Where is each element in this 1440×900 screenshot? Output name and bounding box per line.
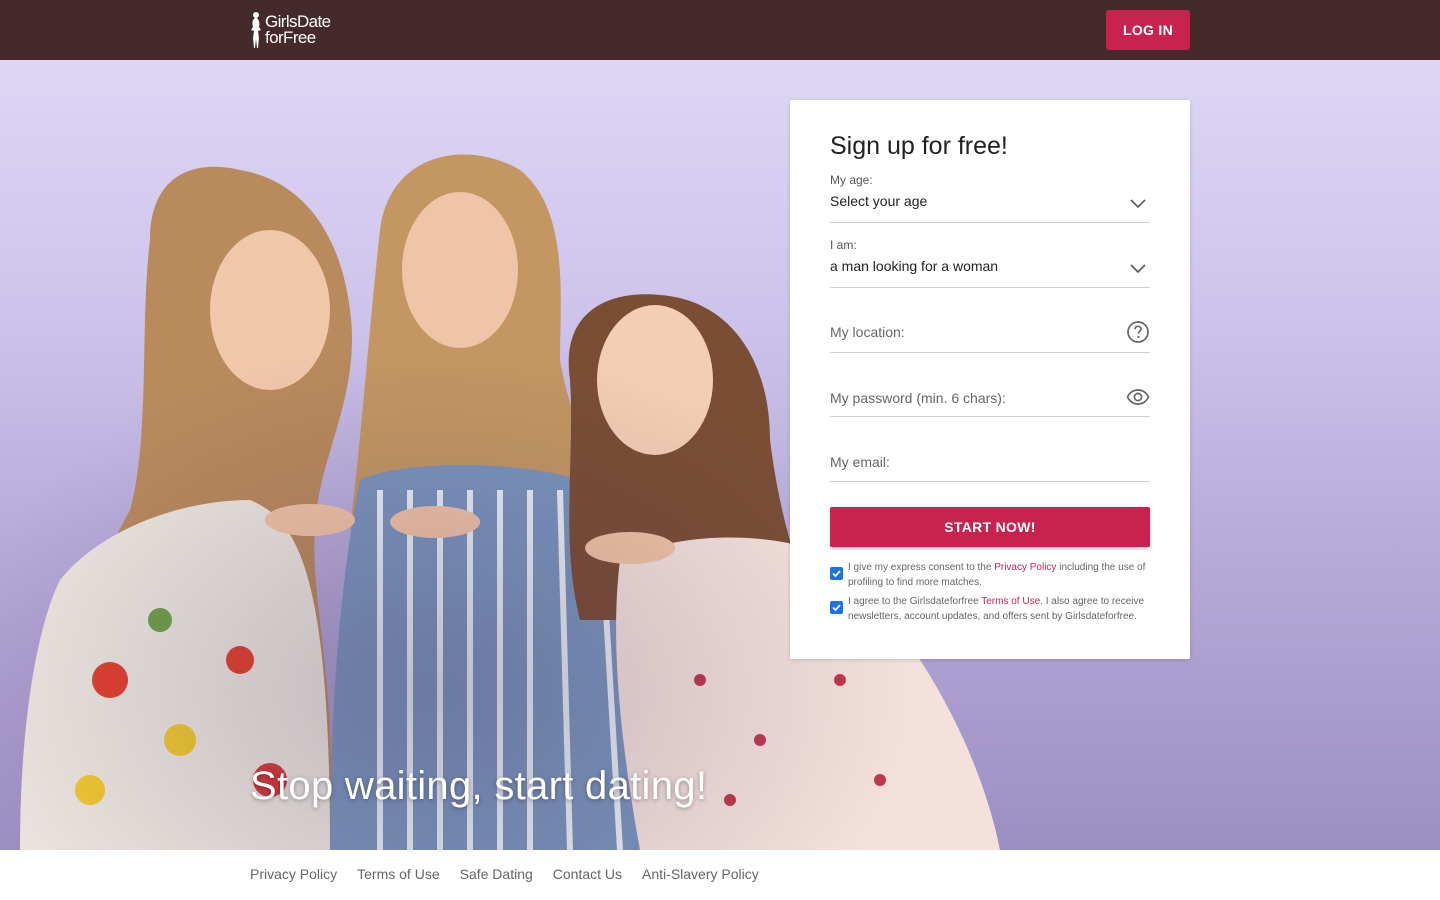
location-input[interactable]: My location:: [830, 312, 1150, 353]
footer-nav: Privacy Policy Terms of Use Safe Dating …: [250, 866, 759, 882]
password-placeholder: My password (min. 6 chars):: [830, 390, 1006, 406]
privacy-consent: I give my express consent to the Privacy…: [830, 561, 1152, 590]
age-label: My age:: [830, 173, 873, 187]
signup-title: Sign up for free!: [830, 132, 1008, 160]
email-input[interactable]: My email:: [830, 440, 1150, 482]
hero-tagline: Stop waiting, start dating!: [250, 764, 708, 808]
login-button[interactable]: LOG IN: [1106, 10, 1190, 50]
chevron-down-icon: [1130, 264, 1146, 274]
help-circle-icon[interactable]: [1126, 320, 1150, 344]
terms-consent: I agree to the Girlsdateforfree Terms of…: [830, 595, 1152, 624]
site-logo[interactable]: GirlsDate forFree: [250, 10, 331, 50]
gender-value: a man looking for a woman: [830, 258, 999, 274]
privacy-consent-checkbox[interactable]: [830, 567, 843, 580]
terms-consent-text-before: I agree to the Girlsdateforfree: [848, 596, 982, 607]
privacy-consent-text-before: I give my express consent to the: [848, 562, 995, 573]
email-placeholder: My email:: [830, 454, 890, 470]
footer-link-safe-dating[interactable]: Safe Dating: [460, 866, 533, 882]
gender-select[interactable]: I am: a man looking for a woman: [830, 238, 1150, 288]
privacy-consent-text: I give my express consent to the Privacy…: [848, 561, 1152, 590]
gender-label: I am:: [830, 238, 857, 252]
chevron-down-icon: [1130, 199, 1146, 209]
footer-link-terms-of-use[interactable]: Terms of Use: [357, 866, 439, 882]
terms-of-use-link[interactable]: Terms of Use: [981, 596, 1040, 607]
logo-line-2: forFree: [265, 28, 316, 47]
footer: Privacy Policy Terms of Use Safe Dating …: [0, 850, 1440, 900]
footer-link-contact-us[interactable]: Contact Us: [553, 866, 622, 882]
hero-shade: [0, 60, 1440, 850]
top-header: GirlsDate forFree LOG IN: [0, 0, 1440, 60]
terms-consent-checkbox[interactable]: [830, 601, 843, 614]
age-select[interactable]: My age: Select your age: [830, 173, 1150, 223]
checkmark-icon: [832, 570, 841, 578]
location-placeholder: My location:: [830, 324, 905, 340]
age-value: Select your age: [830, 193, 928, 209]
woman-silhouette-icon: [251, 12, 261, 48]
checkmark-icon: [832, 604, 841, 612]
privacy-policy-link[interactable]: Privacy Policy: [994, 562, 1056, 573]
start-now-button[interactable]: START NOW!: [830, 507, 1150, 547]
footer-link-anti-slavery-policy[interactable]: Anti-Slavery Policy: [642, 866, 759, 882]
password-input[interactable]: My password (min. 6 chars):: [830, 376, 1150, 417]
footer-link-privacy-policy[interactable]: Privacy Policy: [250, 866, 337, 882]
signup-form: Sign up for free! My age: Select your ag…: [790, 100, 1190, 659]
hero-section: Stop waiting, start dating!: [0, 60, 1440, 850]
eye-icon[interactable]: [1126, 385, 1150, 409]
logo-wordmark: GirlsDate forFree: [265, 13, 331, 47]
terms-consent-text: I agree to the Girlsdateforfree Terms of…: [848, 595, 1152, 624]
